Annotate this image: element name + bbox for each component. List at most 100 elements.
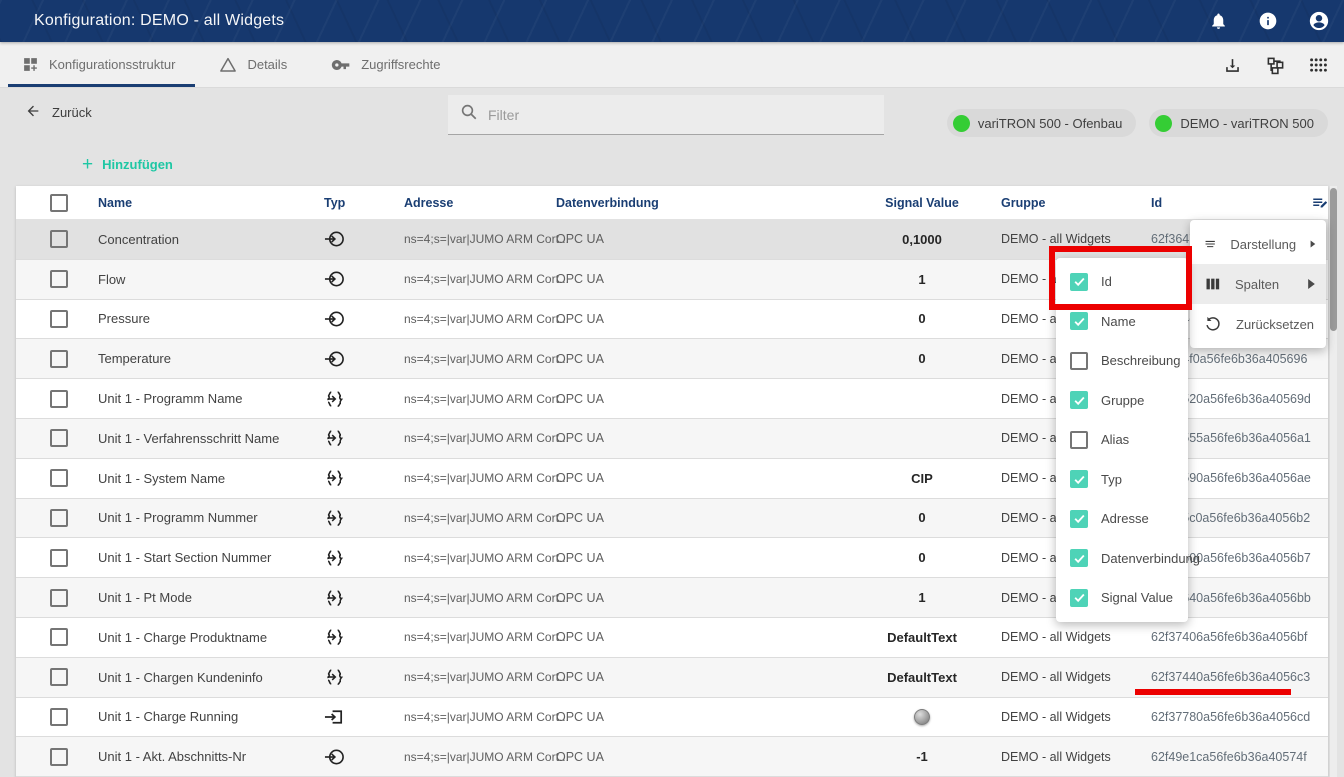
cell-adresse: ns=4;s=|var|JUMO ARM Cort... [404, 220, 569, 259]
row-checkbox-wrap [50, 339, 68, 378]
column-header-typ[interactable]: Typ [324, 186, 345, 220]
edit-columns-button[interactable] [1310, 186, 1328, 220]
table-row[interactable]: Unit 1 - Akt. Abschnitts-Nrns=4;s=|var|J… [16, 737, 1328, 777]
row-checkbox[interactable] [50, 429, 68, 447]
tab-details[interactable]: Details [197, 42, 309, 87]
tab-konfigurationsstruktur[interactable]: Konfigurationsstruktur [0, 42, 197, 87]
column-toggle-label: Adresse [1101, 511, 1149, 526]
column-header-id[interactable]: Id [1151, 186, 1162, 220]
row-checkbox[interactable] [50, 748, 68, 766]
column-toggle-label: Beschreibung [1101, 353, 1181, 368]
tab-zugriffsrechte[interactable]: Zugriffsrechte [309, 42, 462, 87]
tabbar-actions [1223, 42, 1328, 88]
row-checkbox-wrap [50, 658, 68, 697]
cell-adresse: ns=4;s=|var|JUMO ARM Cort... [404, 379, 569, 418]
cell-datenverbindung: OPC UA [556, 339, 604, 378]
cell-name: Unit 1 - Akt. Abschnitts-Nr [98, 737, 246, 776]
check-icon [1073, 473, 1086, 486]
status-chip[interactable]: DEMO - variTRON 500 [1149, 109, 1328, 137]
download-icon[interactable] [1223, 56, 1242, 75]
row-checkbox[interactable] [50, 270, 68, 288]
column-header-name[interactable]: Name [98, 186, 132, 220]
cell-typ [324, 578, 344, 617]
row-checkbox[interactable] [50, 628, 68, 646]
column-toggle-name[interactable]: Name [1056, 302, 1188, 342]
cell-datenverbindung: OPC UA [556, 538, 604, 577]
column-toggle-alias[interactable]: Alias [1056, 420, 1188, 460]
chip-label: variTRON 500 - Ofenbau [978, 116, 1123, 131]
table-row[interactable]: Unit 1 - Chargen Kundeninfons=4;s=|var|J… [16, 658, 1328, 698]
schema-icon[interactable] [1266, 56, 1285, 75]
checkbox-checked[interactable] [1070, 589, 1088, 607]
checkbox-checked[interactable] [1070, 273, 1088, 291]
column-toggle-adresse[interactable]: Adresse [1056, 499, 1188, 539]
row-checkbox[interactable] [50, 708, 68, 726]
cell-gruppe: DEMO - all Widgets [1001, 737, 1111, 776]
cell-typ [324, 618, 344, 657]
binary-input-icon [324, 707, 345, 727]
cell-typ [324, 379, 344, 418]
menu-item-darstellung[interactable]: Darstellung [1190, 224, 1326, 264]
menu-item-zurücksetzen[interactable]: Zurücksetzen [1190, 304, 1326, 344]
cell-id: 62f37406a56fe6b36a4056bf [1151, 618, 1307, 657]
column-toggle-label: Gruppe [1101, 393, 1144, 408]
cell-datenverbindung: OPC UA [556, 698, 604, 737]
cell-name: Unit 1 - Start Section Nummer [98, 538, 271, 577]
table-row[interactable]: Concentrationns=4;s=|var|JUMO ARM Cort..… [16, 220, 1328, 260]
cell-signal-value [862, 419, 982, 458]
row-checkbox[interactable] [50, 668, 68, 686]
column-toggle-gruppe[interactable]: Gruppe [1056, 381, 1188, 421]
checkbox-checked[interactable] [1070, 312, 1088, 330]
table-row[interactable]: Unit 1 - Charge Produktname ns=4;s=|var|J… [16, 618, 1328, 658]
column-toggle-id[interactable]: Id [1056, 262, 1188, 302]
filter-input[interactable] [488, 107, 872, 123]
account-icon[interactable] [1308, 10, 1330, 32]
warning-icon [219, 56, 237, 74]
checkbox-checked[interactable] [1070, 470, 1088, 488]
filter-field[interactable] [448, 95, 884, 135]
column-toggle-signal-value[interactable]: Signal Value [1056, 578, 1188, 618]
checkbox-unchecked[interactable] [1070, 431, 1088, 449]
scrollbar-thumb[interactable] [1330, 188, 1337, 331]
tab-label: Konfigurationsstruktur [49, 57, 175, 72]
cell-datenverbindung: OPC UA [556, 300, 604, 339]
back-button[interactable]: Zurück [24, 103, 92, 122]
menu-item-spalten[interactable]: Spalten [1190, 264, 1326, 304]
row-checkbox[interactable] [50, 589, 68, 607]
column-toggle-datenverbindung[interactable]: Datenverbindung [1056, 539, 1188, 579]
info-icon[interactable] [1258, 11, 1278, 31]
row-checkbox[interactable] [50, 390, 68, 408]
column-header-datenverbindung[interactable]: Datenverbindung [556, 186, 659, 220]
row-checkbox[interactable] [50, 350, 68, 368]
checkbox-checked[interactable] [1070, 391, 1088, 409]
checkbox-checked[interactable] [1070, 510, 1088, 528]
checkbox-unchecked[interactable] [1070, 352, 1088, 370]
column-toggle-label: Alias [1101, 432, 1129, 447]
row-checkbox[interactable] [50, 509, 68, 527]
column-header-signal-value[interactable]: Signal Value [862, 186, 982, 220]
column-header-gruppe[interactable]: Gruppe [1001, 186, 1045, 220]
cell-name: Unit 1 - Charge Running [98, 698, 238, 737]
row-checkbox[interactable] [50, 549, 68, 567]
analog-input-icon [324, 349, 345, 369]
column-toggle-typ[interactable]: Typ [1056, 460, 1188, 500]
row-checkbox-wrap [50, 459, 68, 498]
cell-adresse: ns=4;s=|var|JUMO ARM Cort... [404, 618, 569, 657]
cell-name: Unit 1 - Charge Produktname [98, 618, 267, 657]
row-checkbox[interactable] [50, 310, 68, 328]
bell-icon[interactable] [1209, 11, 1228, 31]
row-checkbox[interactable] [50, 469, 68, 487]
cell-signal-value: 0 [862, 538, 982, 577]
column-header-adresse[interactable]: Adresse [404, 186, 453, 220]
table-row[interactable]: Unit 1 - Charge Runningns=4;s=|var|JUMO … [16, 698, 1328, 738]
status-chip[interactable]: variTRON 500 - Ofenbau [947, 109, 1137, 137]
analog-input-icon [324, 747, 345, 767]
checkbox-checked[interactable] [1070, 549, 1088, 567]
tab-label: Zugriffsrechte [361, 57, 440, 72]
apps-grid-icon[interactable] [1309, 57, 1328, 73]
cell-signal-value: 1 [862, 578, 982, 617]
column-toggle-beschreibung[interactable]: Beschreibung [1056, 341, 1188, 381]
add-button[interactable]: + Hinzufügen [82, 157, 173, 172]
row-checkbox[interactable] [50, 230, 68, 248]
select-all-checkbox[interactable] [50, 194, 68, 212]
